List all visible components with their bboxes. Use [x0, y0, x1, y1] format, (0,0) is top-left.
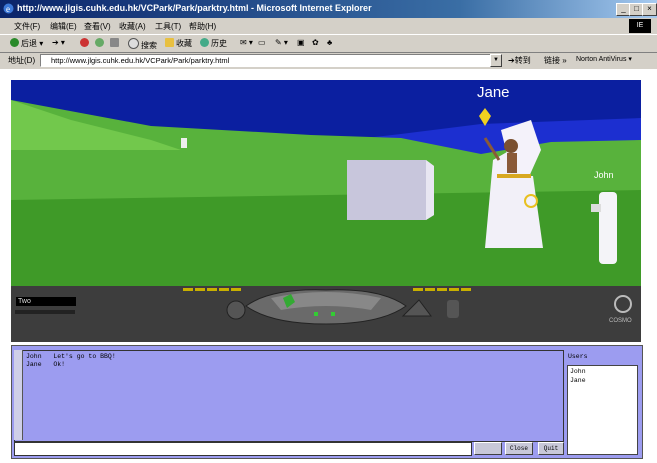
favorites-icon: [165, 38, 174, 47]
chat-message-text: Ok!: [53, 361, 66, 368]
stop-icon: [80, 38, 89, 47]
home-button[interactable]: [110, 38, 121, 48]
menu-bar: 文件(F) 编辑(E) 查看(V) 收藏(A) 工具(T) 帮助(H): [0, 18, 657, 35]
refresh-button[interactable]: [95, 38, 106, 48]
back-arrow-icon: [10, 38, 19, 47]
ie-throbber: IE: [629, 19, 651, 33]
viewpoint-selector[interactable]: Two: [16, 297, 76, 306]
users-list: John Jane: [567, 365, 638, 455]
forward-button[interactable]: ➔ ▾: [52, 38, 65, 47]
chat-input[interactable]: [14, 442, 472, 456]
vrml-3d-scene[interactable]: [11, 80, 641, 286]
toolbar: 后退 ▾ ➔ ▾ 搜索 收藏 历史 ✉ ▾ ▭ ✎ ▾ ▣ ✿ ♣: [0, 35, 657, 53]
svg-text:e: e: [6, 4, 10, 14]
norton-antivirus-button[interactable]: Norton AntiVirus ▾: [576, 55, 632, 63]
discuss-button[interactable]: ▣: [297, 38, 305, 47]
research-button[interactable]: ♣: [327, 38, 332, 47]
close-button[interactable]: ×: [642, 3, 657, 16]
ie-icon: e: [3, 3, 14, 14]
chat-message: John Let's go to BBQ!: [26, 353, 116, 360]
print-button[interactable]: ▭: [258, 38, 266, 47]
send-button[interactable]: [474, 442, 502, 455]
address-bar: 地址(D) http://www.jlgis.cuhk.edu.hk/VCPar…: [0, 53, 657, 68]
menu-favorites[interactable]: 收藏(A): [119, 21, 146, 32]
edit-button[interactable]: ✎ ▾: [275, 38, 288, 47]
chat-message: Jane Ok!: [26, 361, 65, 368]
search-icon: [128, 38, 139, 49]
menu-edit[interactable]: 编辑(E): [50, 21, 77, 32]
history-icon: [200, 38, 209, 47]
user-item[interactable]: John: [570, 368, 586, 375]
avatar-label-john: John: [594, 170, 614, 180]
favorites-button[interactable]: 收藏: [165, 38, 192, 49]
svg-text:COSMO: COSMO: [609, 318, 632, 324]
menu-tools[interactable]: 工具(T): [155, 21, 181, 32]
user-item[interactable]: Jane: [570, 377, 586, 384]
menu-help[interactable]: 帮助(H): [189, 21, 216, 32]
chat-message-user: Jane: [26, 361, 42, 368]
title-bar: e http://www.jlgis.cuhk.edu.hk/VCPark/Pa…: [0, 0, 657, 18]
menu-file[interactable]: 文件(F): [14, 21, 40, 32]
back-button[interactable]: 后退 ▾: [10, 38, 43, 49]
users-label: Users: [568, 353, 588, 360]
close-chat-button[interactable]: Close: [505, 442, 533, 455]
window-title: http://www.jlgis.cuhk.edu.hk/VCPark/Park…: [17, 3, 372, 13]
history-button[interactable]: 历史: [200, 38, 227, 49]
go-button[interactable]: ➔转到: [508, 55, 531, 66]
home-icon: [110, 38, 119, 47]
cosmo-dashboard: COSMO: [11, 286, 641, 342]
stop-button[interactable]: [80, 38, 91, 48]
address-label: 地址(D): [8, 56, 36, 65]
chat-log: [14, 350, 564, 442]
messenger-button[interactable]: ✿: [312, 38, 319, 47]
mail-button[interactable]: ✉ ▾: [240, 38, 253, 47]
avatar-label-jane: Jane: [477, 84, 510, 101]
chat-message-user: John: [26, 353, 42, 360]
chat-message-text: Let's go to BBQ!: [53, 353, 116, 360]
address-input[interactable]: http://www.jlgis.cuhk.edu.hk/VCPark/Park…: [40, 54, 500, 67]
go-arrow-icon: ➔: [508, 56, 515, 65]
quit-button[interactable]: Quit: [538, 442, 564, 455]
address-dropdown-icon[interactable]: ▼: [490, 54, 502, 67]
chat-scrollbar[interactable]: [14, 350, 23, 440]
links-button[interactable]: 链接 »: [544, 55, 567, 66]
refresh-icon: [95, 38, 104, 47]
menu-view[interactable]: 查看(V): [84, 21, 111, 32]
search-button[interactable]: 搜索: [128, 38, 157, 51]
